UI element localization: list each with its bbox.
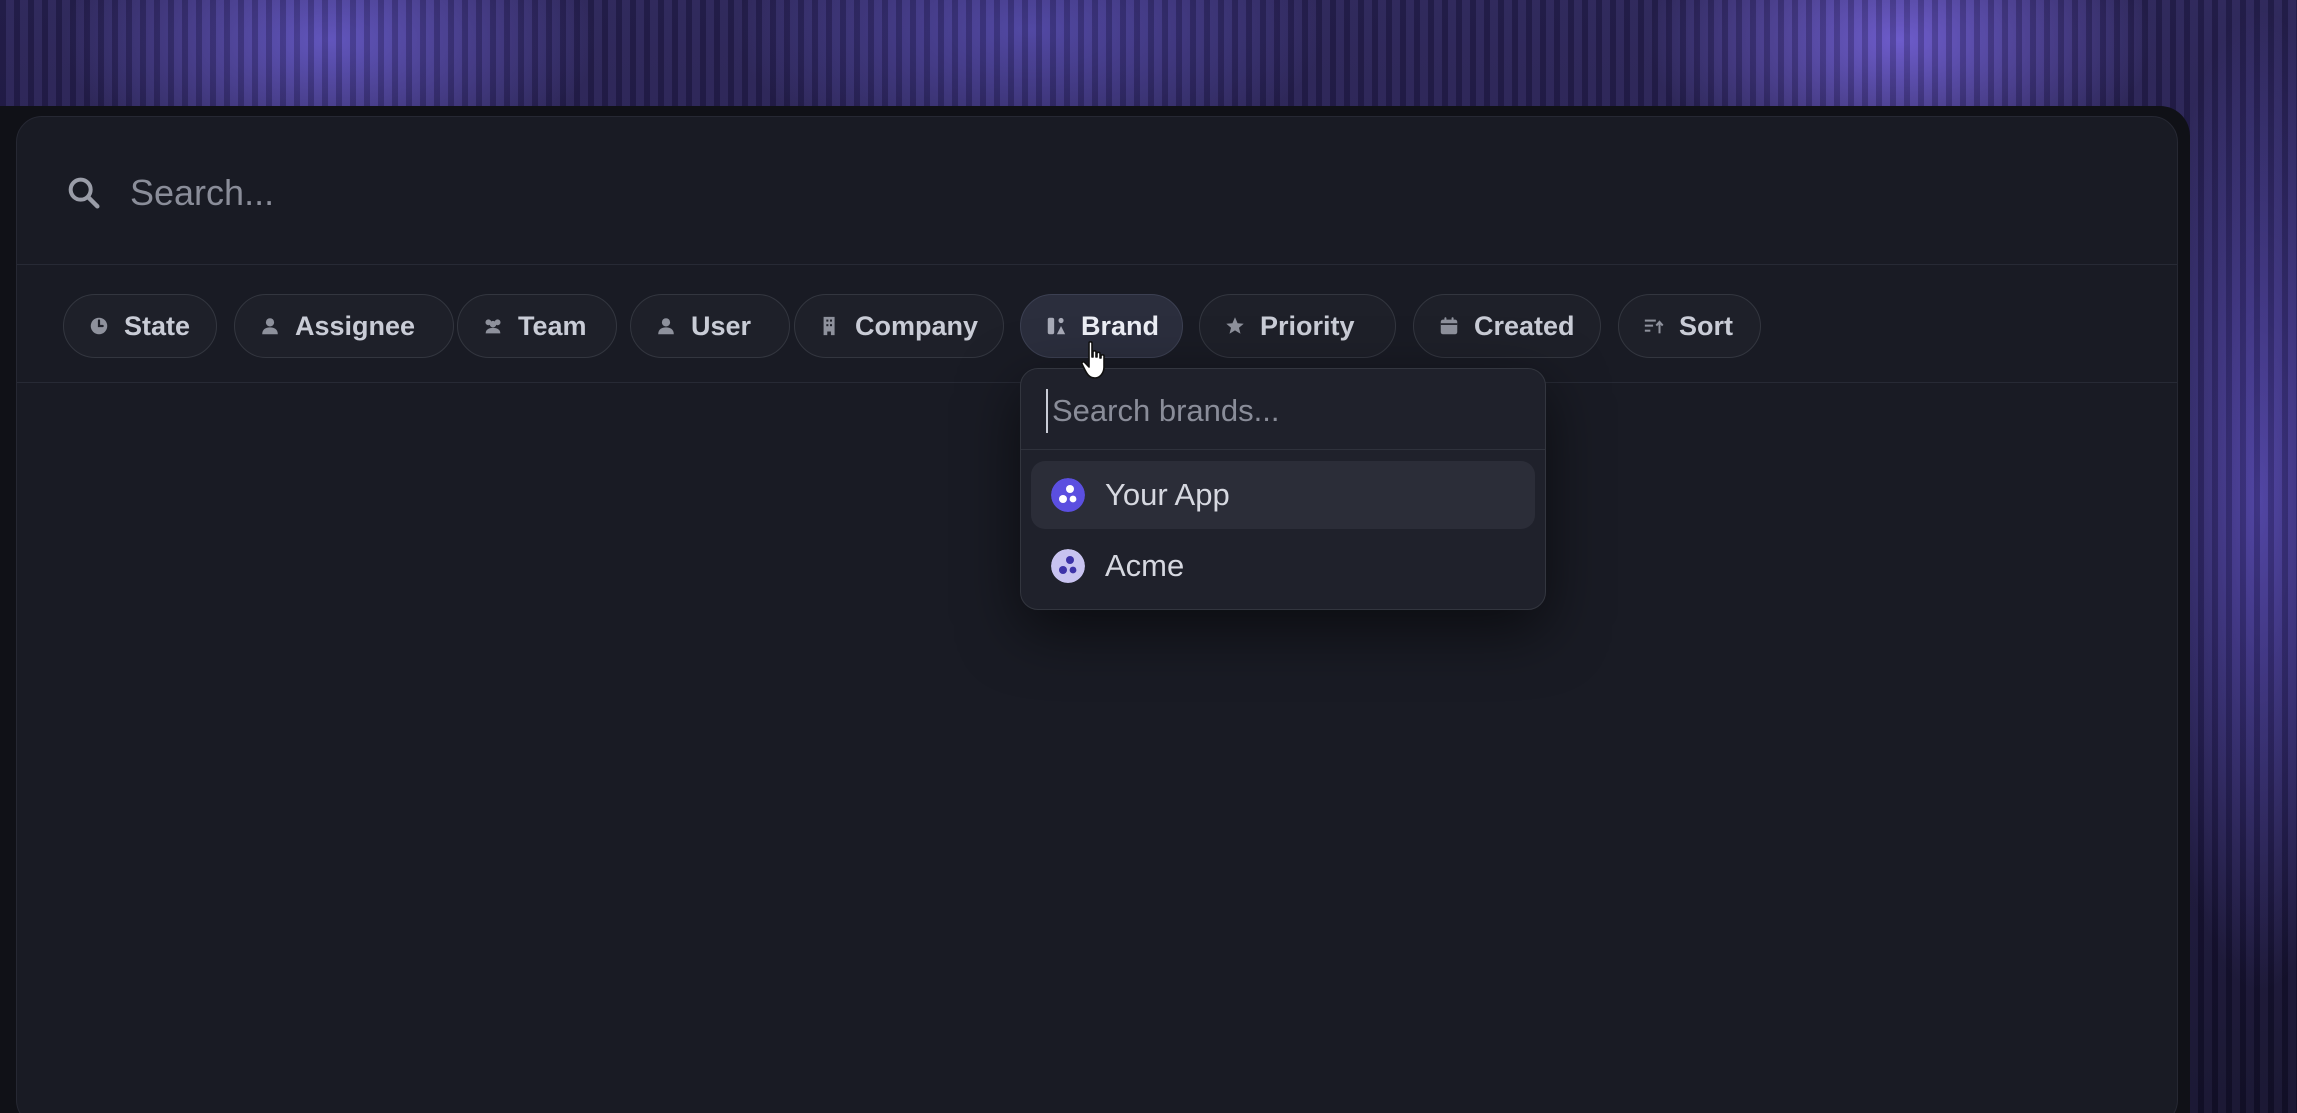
filter-chip-label: Company [855,310,979,341]
filter-chip-label: Team [518,310,587,341]
filter-chip-label: State [124,310,191,341]
filter-chip-company[interactable]: Company [794,294,1004,358]
filter-chip-label: Sort [1679,310,1733,341]
brand-icon [1047,317,1066,335]
filter-chip-label: Priority [1260,310,1355,341]
filter-panel: State Assignee Team User [16,116,2178,1113]
filter-chip-sort[interactable]: Sort [1618,294,1761,358]
sort-icon [1644,319,1664,334]
filter-chip-label: Assignee [295,310,416,341]
person-icon [262,318,278,335]
brand-option-your-app[interactable]: Your App [1031,461,1535,529]
brand-logo-icon [1051,478,1085,512]
brand-option-acme[interactable]: Acme [1031,532,1535,600]
search-icon [68,177,100,209]
brand-logo-icon [1051,549,1085,583]
clock-icon [90,317,108,335]
pointer-cursor-icon [1081,341,1105,379]
filter-chip-priority[interactable]: Priority [1199,294,1396,358]
filter-chip-assignee[interactable]: Assignee [234,294,454,358]
filter-chip-user[interactable]: User [630,294,790,358]
person-icon [658,318,674,335]
search-input[interactable] [128,165,1632,221]
brand-dropdown: Your App Acme [1020,368,1546,610]
filter-chip-label: Created [1474,310,1575,341]
calendar-icon [1440,317,1458,335]
filter-chip-label: User [691,310,752,341]
building-icon [823,316,835,336]
filter-chip-created[interactable]: Created [1413,294,1601,358]
people-icon [485,319,501,334]
brand-option-label: Your App [1105,477,1230,512]
search-bar [17,117,2177,265]
brand-search-input[interactable] [1046,389,1524,433]
filter-chip-team[interactable]: Team [457,294,617,358]
star-icon [1226,317,1244,334]
brand-option-label: Acme [1105,548,1185,583]
filter-chip-label: Brand [1081,310,1160,341]
filter-chip-state[interactable]: State [63,294,217,358]
